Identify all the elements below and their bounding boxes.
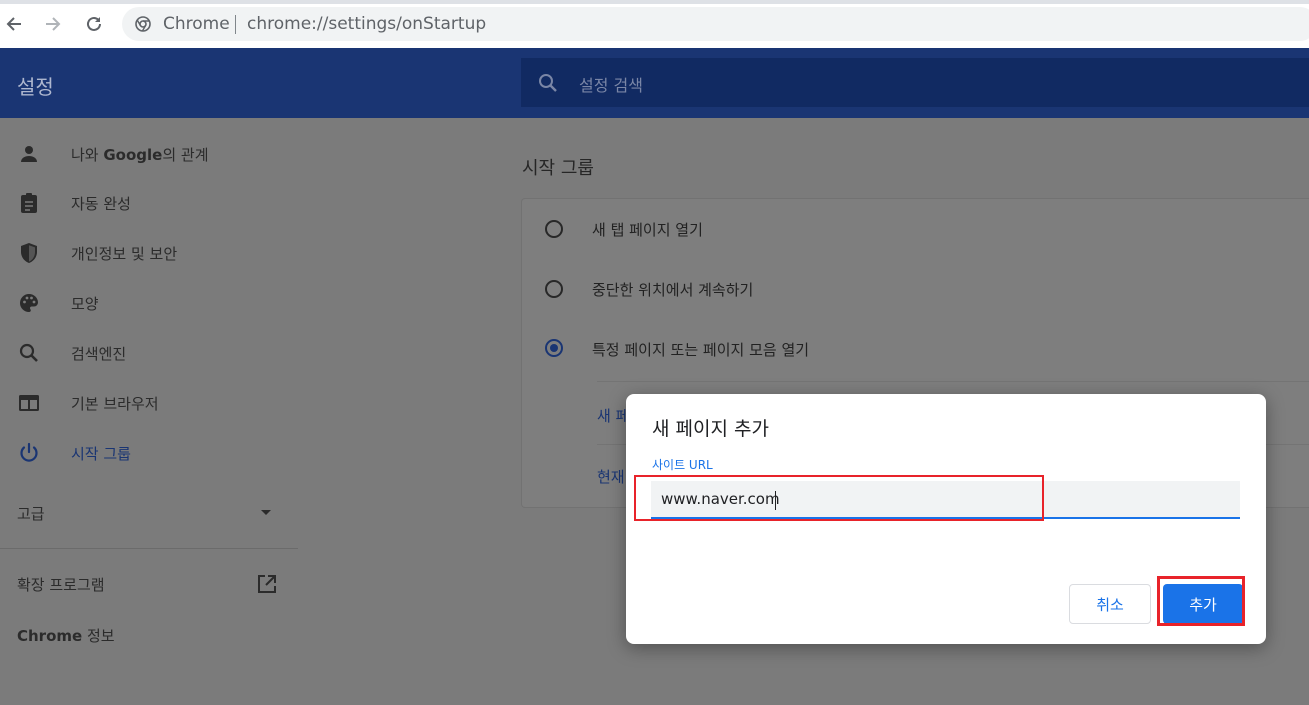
sidebar-item-on-startup[interactable]: [0, 431, 300, 475]
tab-strip-edge: [0, 0, 1309, 4]
radio-label-specific-pages: 특정 페이지 또는 페이지 모음 열기: [592, 341, 810, 359]
radio-label-continue: 중단한 위치에서 계속하기: [592, 281, 754, 299]
sidebar-extensions-label: 확장 프로그램: [17, 576, 105, 594]
open-in-new-icon: [258, 575, 276, 593]
radio-label-new-tab: 새 탭 페이지 열기: [592, 221, 703, 239]
sidebar-item-label: 시작 그룹: [71, 445, 131, 463]
use-current-pages-link[interactable]: 현재: [597, 466, 625, 487]
dialog-title: 새 페이지 추가: [652, 418, 769, 440]
sidebar-advanced-label: 고급: [17, 505, 45, 523]
omnibox-divider: [235, 15, 236, 34]
dropdown-arrow-icon: [261, 510, 271, 515]
sidebar-item-label: 모양: [71, 295, 99, 313]
reload-button[interactable]: [80, 10, 108, 38]
highlight-box-add-button: [1157, 576, 1245, 626]
chrome-logo-icon: [135, 16, 151, 32]
clipboard-icon: [21, 193, 37, 213]
person-icon: [21, 146, 37, 162]
sidebar-item-appearance[interactable]: [0, 281, 300, 325]
radio-selected-dot: [550, 344, 558, 352]
sidebar-item-autofill[interactable]: [0, 181, 300, 225]
sidebar-item-label: 검색엔진: [71, 345, 127, 363]
sidebar-item-search-engine[interactable]: [0, 331, 300, 375]
add-new-page-link[interactable]: 새 페: [597, 405, 629, 426]
site-url-label: 사이트 URL: [652, 458, 713, 472]
sidebar-about-label: Chrome 정보: [17, 627, 115, 645]
radio-continue[interactable]: [545, 280, 563, 298]
sidebar-advanced-toggle[interactable]: [0, 491, 300, 535]
reload-icon: [87, 16, 101, 31]
sidebar-item-label: 기본 브라우저: [71, 395, 159, 413]
highlight-box-input: [634, 475, 1044, 521]
search-placeholder: 설정 검색: [579, 76, 643, 95]
url-text[interactable]: chrome://settings/onStartup: [247, 14, 486, 34]
forward-button[interactable]: [39, 10, 67, 38]
back-button[interactable]: [0, 10, 28, 38]
power-icon: [20, 442, 38, 462]
radio-new-tab[interactable]: [545, 220, 563, 238]
arrow-left-icon: [6, 17, 21, 31]
section-title: 시작 그룹: [522, 158, 594, 179]
cancel-button[interactable]: 취소: [1069, 584, 1151, 624]
page-title: 설정: [17, 75, 54, 99]
card-divider: [597, 381, 1309, 382]
sidebar-item-label: 나와 Google의 관계: [71, 146, 209, 164]
shield-icon: [21, 243, 37, 263]
sidebar-divider: [0, 548, 298, 549]
sidebar-item-label: 자동 완성: [71, 195, 131, 213]
site-chip-label: Chrome: [163, 14, 230, 34]
arrow-right-icon: [46, 17, 61, 31]
search-icon: [19, 343, 38, 362]
browser-window-icon: [19, 395, 39, 411]
sidebar-item-label: 개인정보 및 보안: [71, 245, 178, 263]
palette-icon: [20, 294, 38, 312]
search-icon: [539, 74, 557, 92]
